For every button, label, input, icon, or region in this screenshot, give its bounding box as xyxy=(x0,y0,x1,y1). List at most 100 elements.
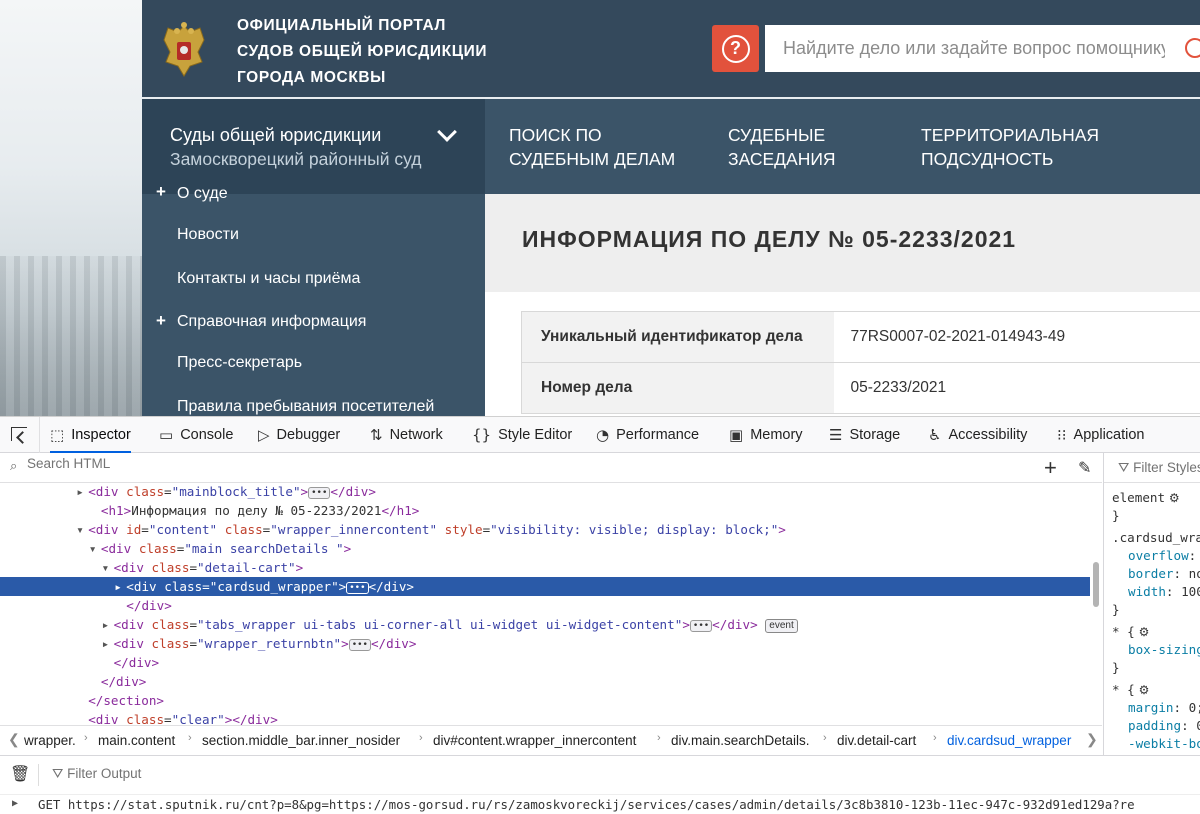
add-node-icon[interactable]: + xyxy=(1044,455,1057,481)
html-tree-node[interactable]: ▸<div class="wrapper_returnbtn">•••</div… xyxy=(0,634,1090,653)
console-message[interactable]: ▶ GET https://stat.sputnik.ru/cnt?p=8&pg… xyxy=(0,794,1200,814)
css-declaration[interactable]: width: 100%; xyxy=(1128,583,1200,601)
sidebar-item-about[interactable]: О суде xyxy=(177,185,228,203)
css-selector[interactable]: * { ⚙ xyxy=(1112,623,1149,641)
space xyxy=(758,617,766,632)
html-tree-node[interactable]: <h1>Информация по делу № 05-2233/2021</h… xyxy=(0,501,1090,520)
space xyxy=(217,522,225,537)
tab-performance[interactable]: ◔Performance xyxy=(596,417,699,453)
html-tree-node[interactable]: ▸<div class="mainblock_title">•••</div> xyxy=(0,484,1090,501)
sidebar-item-reference[interactable]: Справочная информация xyxy=(177,313,366,331)
sidebar-item-contacts[interactable]: Контакты и часы приёма xyxy=(177,270,360,288)
coat-of-arms-logo[interactable] xyxy=(160,22,208,78)
expand-twisty-icon[interactable]: ▾ xyxy=(102,558,114,577)
html-tree-node[interactable]: ▸<div class="tabs_wrapper ui-tabs ui-cor… xyxy=(0,615,1090,634)
space xyxy=(119,484,127,499)
sidebar-item-press[interactable]: Пресс-секретарь xyxy=(177,354,302,372)
tab-debugger[interactable]: ▷ Debugger xyxy=(258,417,340,453)
site-search-input[interactable] xyxy=(765,25,1165,72)
expand-arrow-icon[interactable]: ▶ xyxy=(12,798,18,809)
tab-inspector[interactable]: ⬚Inspector xyxy=(50,417,131,453)
breadcrumb-item[interactable]: wrapper. xyxy=(24,733,76,748)
sidebar-item-news[interactable]: Новости xyxy=(177,226,239,244)
debugger-icon: ▷ xyxy=(258,426,270,444)
tab-label: Debugger xyxy=(277,427,341,443)
trash-icon[interactable]: 🗑 xyxy=(10,764,30,783)
chevron-right-icon[interactable]: ❯ xyxy=(1086,731,1098,748)
court-selector-current: Замоскворецкий районный суд xyxy=(170,149,422,170)
css-declaration[interactable]: overflow: hidden; xyxy=(1128,547,1200,565)
collapsed-content-badge[interactable]: ••• xyxy=(346,582,368,594)
collapsed-content-badge[interactable]: ••• xyxy=(690,620,712,632)
breadcrumb-item[interactable]: section.middle_bar.inner_nosider xyxy=(202,733,400,748)
gear-icon[interactable]: ⚙ xyxy=(1135,625,1150,639)
gear-icon[interactable]: ⚙ xyxy=(1135,683,1150,697)
attr-name: class xyxy=(126,712,164,725)
css-declaration[interactable]: border: none; xyxy=(1128,565,1200,583)
expand-twisty-icon[interactable]: ▸ xyxy=(76,484,88,501)
tab-application[interactable]: ⁝⁝Application xyxy=(1057,417,1144,453)
expand-plus-icon[interactable]: + xyxy=(156,182,166,202)
tab-label: Storage xyxy=(849,427,900,443)
css-selector[interactable]: element ⚙ xyxy=(1112,489,1180,507)
css-selector[interactable]: .cardsud_wrapper { xyxy=(1112,529,1200,547)
filter-styles-input[interactable]: ⛛ Filter Styles xyxy=(1104,453,1200,483)
portal-title-line: СУДОВ ОБЩЕЙ ЮРИСДИКЦИИ xyxy=(237,39,537,65)
nav-item-hearings[interactable]: СУДЕБНЫЕ ЗАСЕДАНИЯ xyxy=(728,123,836,171)
search-icon[interactable] xyxy=(1185,38,1200,58)
html-tree-node[interactable]: </section> xyxy=(0,691,1090,710)
css-declaration[interactable]: margin: 0; xyxy=(1128,699,1200,717)
css-declaration[interactable]: padding: 0; xyxy=(1128,717,1200,735)
breadcrumb-item[interactable]: div.cardsud_wrapper xyxy=(947,733,1071,748)
tab-console[interactable]: ▭Console xyxy=(159,417,233,453)
html-tree-node[interactable]: </div> xyxy=(0,672,1090,691)
collapsed-content-badge[interactable]: ••• xyxy=(308,487,330,499)
help-button[interactable]: ? xyxy=(712,25,759,72)
nav-item-case-search[interactable]: ПОИСК ПО СУДЕБНЫМ ДЕЛАМ xyxy=(509,123,675,171)
breadcrumb-item[interactable]: div.main.searchDetails. xyxy=(671,733,810,748)
scrollbar-thumb[interactable] xyxy=(1093,562,1099,607)
nav-item-jurisdiction[interactable]: ТЕРРИТОРИАЛЬНАЯ ПОДСУДНОСТЬ xyxy=(921,123,1099,171)
css-declaration[interactable]: box-sizing: border-box; xyxy=(1128,641,1200,659)
event-badge[interactable]: event xyxy=(765,619,797,633)
expand-plus-icon[interactable]: + xyxy=(156,311,166,331)
expand-twisty-icon[interactable]: ▾ xyxy=(76,520,88,539)
table-row: Уникальный идентификатор дела 77RS0007-0… xyxy=(522,312,1200,363)
collapsed-content-badge[interactable]: ••• xyxy=(349,639,371,651)
breadcrumb-item[interactable]: div.detail-cart xyxy=(837,733,916,748)
filter-output-input[interactable]: ⛛ Filter Output xyxy=(52,766,141,782)
expand-twisty-icon[interactable]: ▾ xyxy=(89,539,101,558)
eyedropper-icon[interactable]: ✎ xyxy=(1078,458,1091,477)
css-selector[interactable]: * { ⚙ xyxy=(1112,681,1149,699)
attr-name: class xyxy=(126,484,164,499)
expand-twisty-icon[interactable]: ▸ xyxy=(114,577,126,596)
tab-memory[interactable]: ▣Memory xyxy=(729,417,803,453)
html-tree-node[interactable]: ▸<div class="cardsud_wrapper">•••</div> xyxy=(0,577,1090,596)
tree-scrollbar[interactable] xyxy=(1092,492,1100,652)
html-tree-node[interactable]: </div> xyxy=(0,653,1090,672)
gear-icon[interactable]: ⚙ xyxy=(1165,491,1180,505)
tab-style-editor[interactable]: {}Style Editor xyxy=(472,417,572,453)
expand-twisty-icon[interactable]: ▸ xyxy=(102,634,114,653)
portal-title[interactable]: ОФИЦИАЛЬНЫЙ ПОРТАЛ СУДОВ ОБЩЕЙ ЮРИСДИКЦИ… xyxy=(237,13,537,91)
tab-network[interactable]: ⇅Network xyxy=(370,417,443,453)
chevron-left-icon[interactable]: ❮ xyxy=(8,731,20,748)
court-selector[interactable]: Суды общей юрисдикции Замоскворецкий рай… xyxy=(142,99,485,194)
html-tree-node[interactable]: ▾<div class="detail-cart"> xyxy=(0,558,1090,577)
html-tree-node[interactable]: ▾<div class="main searchDetails "> xyxy=(0,539,1090,558)
html-tree-node[interactable]: <div class="clear"></div> xyxy=(0,710,1090,725)
element-picker-icon[interactable] xyxy=(0,417,40,453)
breadcrumb-item[interactable]: main.content xyxy=(98,733,175,748)
tab-storage[interactable]: ☰Storage xyxy=(829,417,900,453)
expand-twisty-icon[interactable]: ▸ xyxy=(102,615,114,634)
breadcrumb-item[interactable]: div#content.wrapper_innercontent xyxy=(433,733,636,748)
sidebar-item-visitor-rules[interactable]: Правила пребывания посетителей xyxy=(177,398,434,416)
equals: = xyxy=(189,636,197,651)
tab-accessibility[interactable]: ♿Accessibility xyxy=(928,417,1027,453)
html-tree-node[interactable]: ▾<div id="content" class="wrapper_innerc… xyxy=(0,520,1090,539)
search-html-input[interactable] xyxy=(27,456,927,471)
html-tree-node[interactable]: </div> xyxy=(0,596,1090,615)
attr-value: "wrapper_innercontent" xyxy=(270,522,437,537)
tag-bracket: > xyxy=(778,522,786,537)
css-declaration[interactable]: -webkit-box-sizing xyxy=(1128,735,1200,753)
